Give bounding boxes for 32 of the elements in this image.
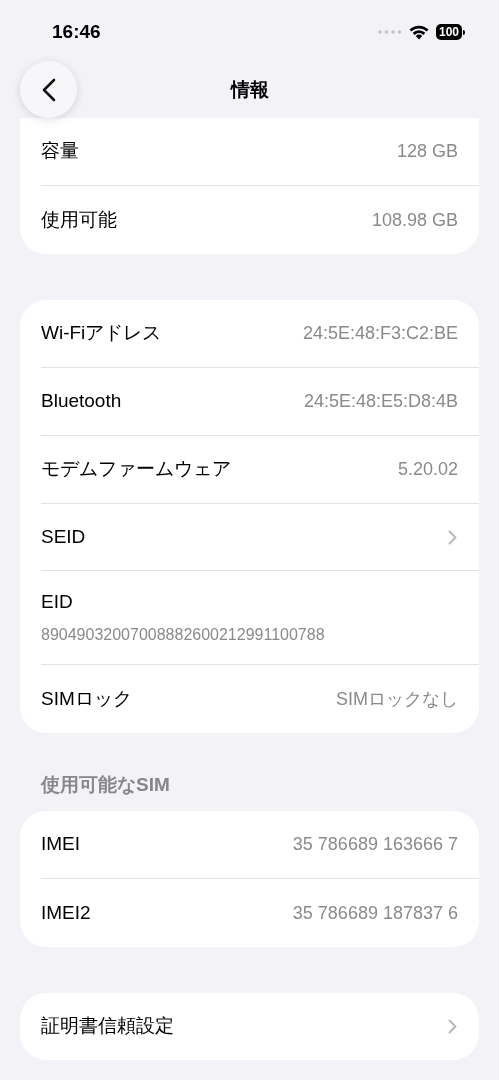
list-row[interactable]: SEID bbox=[41, 504, 479, 571]
row-label: 使用可能 bbox=[41, 207, 117, 232]
row-label: Bluetooth bbox=[41, 389, 122, 414]
row-label: EID bbox=[41, 590, 74, 615]
row-label: Wi-Fiアドレス bbox=[41, 321, 162, 346]
row-value: 35 786689 187837 6 bbox=[292, 901, 458, 925]
row-label: モデムファームウェア bbox=[41, 457, 231, 482]
chevron-icon bbox=[448, 1019, 457, 1034]
row-value: 128 GB bbox=[396, 140, 458, 163]
row-value: 24:5E:48:E5:D8:4B bbox=[303, 390, 458, 413]
wifi-icon bbox=[408, 24, 429, 40]
row-label: SEID bbox=[41, 524, 86, 549]
back-button[interactable] bbox=[20, 61, 77, 118]
row-value: 5.20.02 bbox=[397, 458, 458, 481]
status-time: 16:46 bbox=[52, 19, 101, 44]
row-value: 35 786689 163666 7 bbox=[292, 833, 458, 856]
row-label: 容量 bbox=[41, 139, 79, 164]
signal-icon bbox=[377, 30, 402, 34]
row-label: 証明書信頼設定 bbox=[41, 1014, 174, 1039]
row-label: IMEI2 bbox=[41, 900, 91, 925]
page-title: 情報 bbox=[230, 77, 269, 102]
back-icon bbox=[41, 77, 56, 102]
section-header: 使用可能なSIM bbox=[41, 772, 170, 797]
row-value: 24:5E:48:F3:C2:BE bbox=[302, 322, 458, 345]
row-value: 89049032007008882600212991100788 bbox=[41, 624, 326, 645]
chevron-icon bbox=[448, 529, 457, 545]
list-row[interactable]: 証明書信頼設定 bbox=[41, 993, 479, 1060]
battery-level: 100 bbox=[435, 24, 462, 40]
row-label: IMEI bbox=[41, 832, 81, 857]
row-value: 108.98 GB bbox=[371, 208, 458, 232]
row-label: SIMロック bbox=[41, 686, 132, 711]
row-value: SIMロックなし bbox=[336, 687, 458, 711]
